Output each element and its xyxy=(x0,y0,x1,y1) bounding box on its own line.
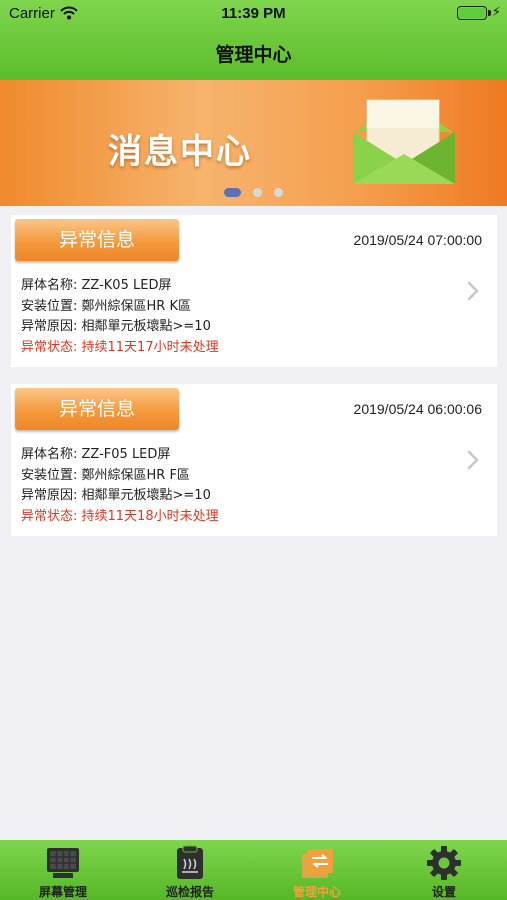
reason-line: 异常原因: 相鄰單元板壞點>=10 xyxy=(21,488,211,503)
management-icon xyxy=(302,849,333,878)
tab-management-center[interactable]: 管理中心 xyxy=(254,840,380,900)
location-line: 安装位置: 鄭州綜保區HR K區 xyxy=(21,298,191,314)
carousel-dot[interactable] xyxy=(224,188,241,197)
tab-label: 巡检报告 xyxy=(165,885,214,899)
alert-date: 2019/05/24 06:00:06 xyxy=(353,401,482,417)
chevron-right-icon[interactable] xyxy=(467,281,479,301)
status-time: 11:39 PM xyxy=(221,5,286,22)
alert-date: 2019/05/24 07:00:00 xyxy=(353,232,482,248)
banner-title: 消息中心 xyxy=(108,132,252,172)
screen-name-line: 屏体名称: ZZ-K05 LED屏 xyxy=(21,278,172,293)
location-line: 安装位置: 鄭州綜保區HR F區 xyxy=(21,467,190,483)
alert-tag-button[interactable]: 异常信息 xyxy=(15,388,179,430)
alert-details: 屏体名称: ZZ-F05 LED屏 安装位置: 鄭州綜保區HR F區 异常原因:… xyxy=(21,445,219,527)
page-title: 管理中心 xyxy=(215,44,292,66)
envelope-icon xyxy=(353,99,455,184)
alert-card[interactable]: 异常信息 2019/05/24 07:00:00 屏体名称: ZZ-K05 LE… xyxy=(11,215,497,367)
message-center-banner[interactable]: 消息中心 xyxy=(0,80,507,206)
alert-tag-button[interactable]: 异常信息 xyxy=(15,219,179,261)
reason-line: 异常原因: 相鄰單元板壞點>=10 xyxy=(21,319,211,334)
tab-inspection-report[interactable]: 巡检报告 xyxy=(127,840,253,900)
status-line: 异常状态: 持续11天17小时未处理 xyxy=(21,339,219,355)
report-icon xyxy=(177,845,203,879)
carousel-dot[interactable] xyxy=(274,188,283,197)
screen-grid-icon xyxy=(47,848,79,878)
tab-screen-management[interactable]: 屏幕管理 xyxy=(0,840,126,900)
tab-settings[interactable]: 设置 xyxy=(381,840,507,900)
chevron-right-icon[interactable] xyxy=(467,450,479,470)
nav-header: Carrier 11:39 PM ⚡ 管理中心 xyxy=(0,0,507,80)
screen-name-line: 屏体名称: ZZ-F05 LED屏 xyxy=(21,447,171,462)
carousel-dot[interactable] xyxy=(253,188,262,197)
status-line: 异常状态: 持续11天18小时未处理 xyxy=(21,508,219,524)
tab-label: 设置 xyxy=(431,885,456,899)
tab-label: 管理中心 xyxy=(292,885,341,899)
gear-icon xyxy=(427,846,461,880)
alert-details: 屏体名称: ZZ-K05 LED屏 安装位置: 鄭州綜保區HR K區 异常原因:… xyxy=(21,276,219,358)
carousel-dots[interactable] xyxy=(0,188,507,198)
charging-icon: ⚡ xyxy=(491,5,501,20)
battery-cap xyxy=(488,10,491,16)
tab-label: 屏幕管理 xyxy=(38,885,87,899)
alert-card[interactable]: 异常信息 2019/05/24 06:00:06 屏体名称: ZZ-F05 LE… xyxy=(11,384,497,536)
tab-bar: 屏幕管理 巡检报告 管理中心 设置 xyxy=(0,840,507,900)
battery-icon xyxy=(457,6,487,20)
status-bar: Carrier 11:39 PM ⚡ xyxy=(0,0,507,28)
